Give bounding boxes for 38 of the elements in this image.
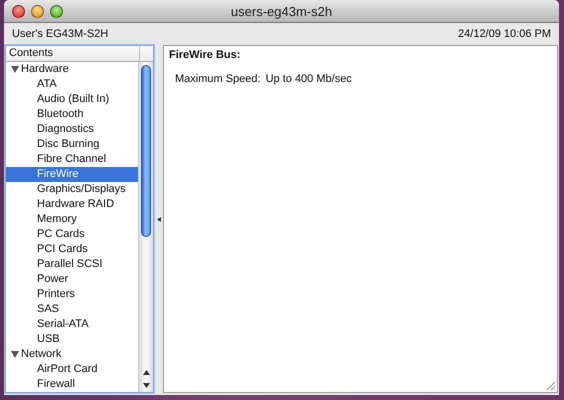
tree-item[interactable]: SAS bbox=[37, 302, 60, 317]
tree-item[interactable]: Printers bbox=[37, 287, 75, 302]
scroll-up-icon[interactable] bbox=[142, 370, 150, 375]
tree-item[interactable]: Bluetooth bbox=[37, 107, 84, 122]
tree-item[interactable]: Power bbox=[37, 272, 68, 287]
tree-item[interactable]: Memory bbox=[37, 212, 77, 227]
tree-item[interactable]: PCI Cards bbox=[37, 242, 88, 257]
tree-item[interactable]: Parallel SCSI bbox=[37, 257, 102, 272]
tree-item[interactable]: Diagnostics bbox=[37, 122, 94, 137]
tree-item[interactable]: Graphics/Displays bbox=[37, 182, 126, 197]
tree-item[interactable]: USB bbox=[37, 332, 60, 347]
field-value: Up to 400 Mb/sec bbox=[266, 73, 352, 85]
tree-item[interactable]: ATA bbox=[37, 77, 57, 92]
disclosure-triangle-icon[interactable] bbox=[11, 350, 19, 358]
field-label: Maximum Speed: bbox=[175, 73, 261, 85]
window-title: users-eg43m-s2h bbox=[230, 4, 332, 18]
tree-item[interactable]: Audio (Built In) bbox=[37, 92, 110, 107]
close-button[interactable] bbox=[12, 4, 25, 18]
section-heading: FireWire Bus: bbox=[169, 49, 242, 61]
tree-item[interactable]: Hardware bbox=[21, 62, 69, 77]
zoom-button[interactable] bbox=[50, 4, 63, 18]
resize-grip-icon[interactable] bbox=[545, 380, 556, 391]
tree-item[interactable]: FireWire bbox=[6, 167, 138, 182]
tree-item[interactable]: Network bbox=[21, 347, 62, 362]
computer-name: User's EG43M-S2H bbox=[12, 28, 108, 40]
tree-item[interactable]: AirPort Card bbox=[37, 362, 98, 377]
scroll-down-icon[interactable] bbox=[142, 383, 150, 388]
tree-item[interactable]: Disc Burning bbox=[37, 137, 100, 152]
disclosure-triangle-icon[interactable] bbox=[11, 66, 19, 73]
timestamp: 24/12/09 10:06 PM bbox=[458, 28, 551, 40]
tree-item[interactable]: Serial-ATA bbox=[37, 317, 89, 332]
tree-item[interactable]: Fibre Channel bbox=[37, 152, 106, 167]
tree-item[interactable]: Hardware RAID bbox=[37, 197, 114, 212]
splitter-handle-icon[interactable] bbox=[156, 216, 160, 222]
minimize-button[interactable] bbox=[31, 4, 44, 18]
tree-item[interactable]: Firewall bbox=[37, 377, 75, 392]
tree-item[interactable]: PC Cards bbox=[37, 227, 85, 242]
scrollbar[interactable] bbox=[138, 62, 153, 392]
